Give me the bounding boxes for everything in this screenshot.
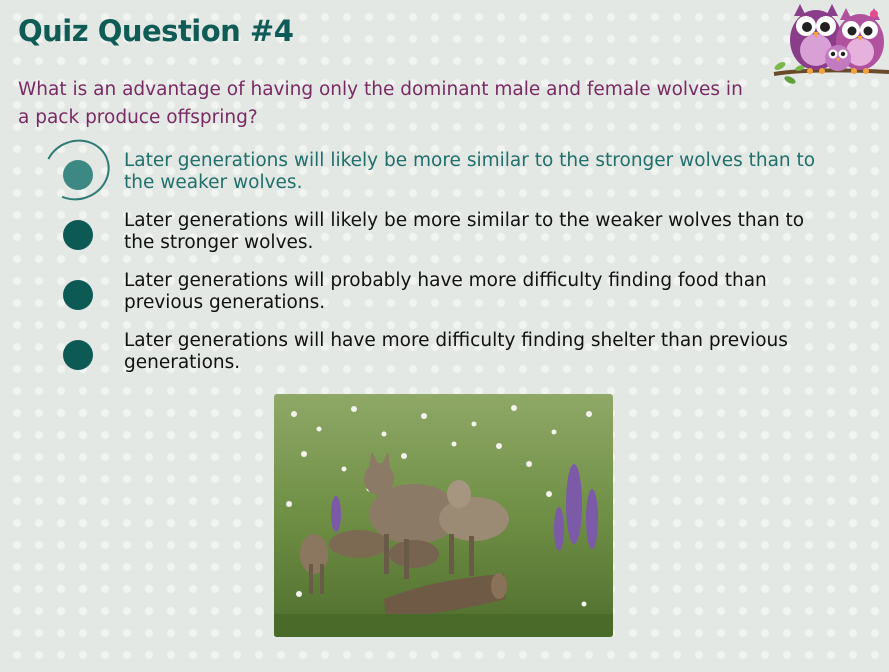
radio-button-4[interactable] [63,340,93,370]
radio-button-1[interactable] [63,160,93,190]
answer-option-2-text[interactable]: Later generations will likely be more si… [124,210,824,254]
radio-button-3[interactable] [63,280,93,310]
owl-family-icon [772,2,889,88]
answer-option-1-text[interactable]: Later generations will likely be more si… [124,150,824,194]
question-text: What is an advantage of having only the … [18,79,743,128]
answer-option-4-text[interactable]: Later generations will have more difficu… [124,330,824,374]
wolf-pack-photo [274,394,613,637]
quiz-title: Quiz Question #4 [18,14,294,48]
answer-option-3-text[interactable]: Later generations will probably have mor… [124,270,824,314]
radio-button-2[interactable] [63,220,93,250]
